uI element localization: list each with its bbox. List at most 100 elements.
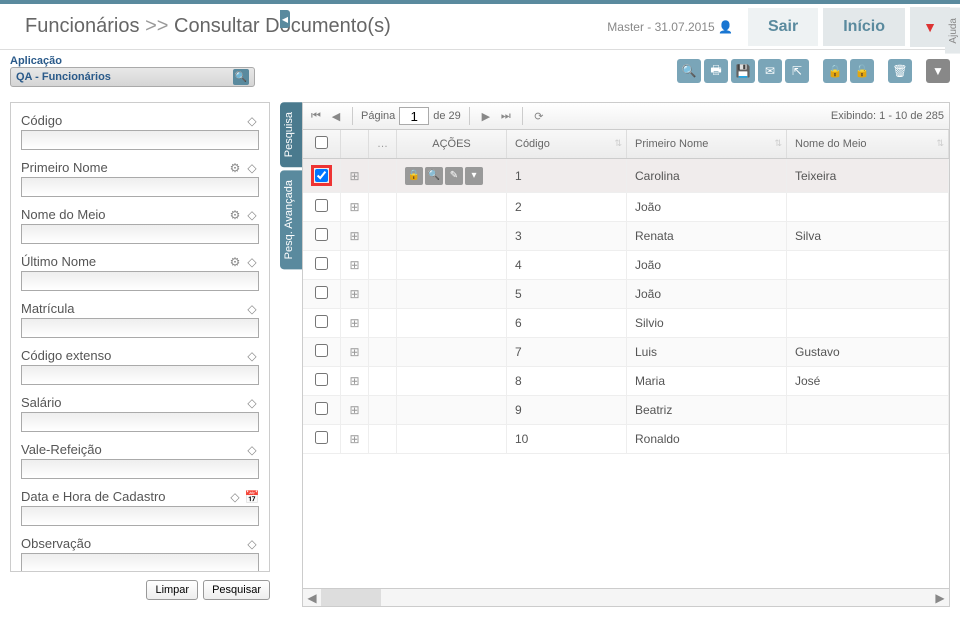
horizontal-scrollbar[interactable]: ◀ ▶: [302, 589, 950, 607]
row-checkbox[interactable]: [315, 257, 328, 270]
diamond-icon[interactable]: ◇: [245, 208, 259, 222]
scroll-thumb[interactable]: [321, 589, 381, 606]
expand-row-button[interactable]: ⊞: [341, 338, 369, 367]
diamond-icon[interactable]: ◇: [245, 161, 259, 175]
table-row[interactable]: ⊞5João: [303, 280, 949, 309]
row-checkbox[interactable]: [315, 344, 328, 357]
scroll-left-button[interactable]: ◀: [303, 589, 321, 606]
cell-primeiro-nome: Renata: [627, 222, 787, 251]
row-checkbox[interactable]: [315, 286, 328, 299]
lock-button[interactable]: 🔒: [823, 59, 847, 83]
expand-row-button[interactable]: ⊞: [341, 280, 369, 309]
first-page-button[interactable]: ⏮: [308, 108, 324, 124]
more-dropdown-button[interactable]: ▼: [926, 59, 950, 83]
tab-pesquisa[interactable]: Pesquisa: [280, 102, 302, 167]
diamond-icon[interactable]: ◇: [245, 443, 259, 457]
next-page-button[interactable]: ▶: [478, 108, 494, 124]
field-input[interactable]: [21, 224, 259, 244]
field-label: Nome do Meio: [21, 207, 106, 222]
expand-row-button[interactable]: ⊞: [341, 251, 369, 280]
field-input[interactable]: [21, 553, 259, 572]
table-row[interactable]: ⊞3RenataSilva: [303, 222, 949, 251]
search-button[interactable]: 🔍: [677, 59, 701, 83]
gear-icon[interactable]: ⚙: [228, 161, 242, 175]
field-label: Primeiro Nome: [21, 160, 108, 175]
scroll-right-button[interactable]: ▶: [931, 589, 949, 606]
lock-icon[interactable]: 🔒: [405, 167, 423, 185]
expand-row-button[interactable]: ⊞: [341, 396, 369, 425]
delete-button[interactable]: 🗑: [888, 59, 912, 83]
refresh-button[interactable]: ⟳: [531, 108, 547, 124]
field-input[interactable]: [21, 130, 259, 150]
row-checkbox[interactable]: [315, 228, 328, 241]
table-row[interactable]: ⊞10Ronaldo: [303, 425, 949, 454]
expand-row-button[interactable]: ⊞: [341, 309, 369, 338]
unlock-button[interactable]: 🔓: [850, 59, 874, 83]
field-input[interactable]: [21, 271, 259, 291]
page-input[interactable]: [399, 107, 429, 125]
calendar-icon[interactable]: 📅: [245, 490, 259, 504]
title-separator: >>: [145, 15, 168, 37]
clear-button[interactable]: Limpar: [146, 580, 198, 600]
table-row[interactable]: ⊞🔒🔍✎▾1CarolinaTeixeira: [303, 159, 949, 193]
header: Funcionários >> Consultar Documento(s) M…: [0, 0, 960, 50]
table-row[interactable]: ⊞8MariaJosé: [303, 367, 949, 396]
home-button[interactable]: Início: [823, 8, 905, 46]
col-primeiro-nome[interactable]: Primeiro Nome: [627, 130, 787, 159]
row-checkbox[interactable]: [315, 431, 328, 444]
select-all-checkbox[interactable]: [315, 136, 328, 149]
expand-row-button[interactable]: ⊞: [341, 193, 369, 222]
field-input[interactable]: [21, 177, 259, 197]
expand-row-button[interactable]: ⊞: [341, 367, 369, 396]
expand-row-button[interactable]: ⊞: [341, 425, 369, 454]
table-row[interactable]: ⊞7LuisGustavo: [303, 338, 949, 367]
table-row[interactable]: ⊞2João: [303, 193, 949, 222]
prev-page-button[interactable]: ◀: [328, 108, 344, 124]
print-button[interactable]: 🖶: [704, 59, 728, 83]
diamond-icon[interactable]: ◇: [228, 490, 242, 504]
field-input[interactable]: [21, 412, 259, 432]
logout-button[interactable]: Sair: [748, 8, 818, 46]
email-button[interactable]: ✉: [758, 59, 782, 83]
diamond-icon[interactable]: ◇: [245, 255, 259, 269]
row-checkbox[interactable]: [315, 199, 328, 212]
field-input[interactable]: [21, 459, 259, 479]
row-checkbox[interactable]: [315, 373, 328, 386]
diamond-icon[interactable]: ◇: [245, 302, 259, 316]
diamond-icon[interactable]: ◇: [245, 396, 259, 410]
expand-row-button[interactable]: ⊞: [341, 159, 369, 193]
last-page-button[interactable]: ⏭: [498, 108, 514, 124]
field-input[interactable]: [21, 506, 259, 526]
search-button[interactable]: Pesquisar: [203, 580, 270, 600]
table-row[interactable]: ⊞6Silvio: [303, 309, 949, 338]
gear-icon[interactable]: ⚙: [228, 255, 242, 269]
edit-icon[interactable]: ✎: [445, 167, 463, 185]
field-input[interactable]: [21, 365, 259, 385]
field-input[interactable]: [21, 318, 259, 338]
help-tab[interactable]: Ajuda: [945, 8, 960, 54]
checkbox-highlight: [311, 165, 332, 186]
diamond-icon[interactable]: ◇: [245, 537, 259, 551]
app-select[interactable]: QA - Funcionários 🔍: [10, 67, 255, 87]
view-icon[interactable]: 🔍: [425, 167, 443, 185]
col-codigo[interactable]: Código: [507, 130, 627, 159]
col-nome-meio[interactable]: Nome do Meio: [787, 130, 949, 159]
diamond-icon[interactable]: ◇: [245, 349, 259, 363]
scroll-track[interactable]: [321, 589, 931, 606]
save-button[interactable]: 💾: [731, 59, 755, 83]
table-row[interactable]: ⊞9Beatriz: [303, 396, 949, 425]
gear-icon[interactable]: ⚙: [228, 208, 242, 222]
row-checkbox[interactable]: [315, 169, 328, 182]
search-sidebar: Código◇Primeiro Nome⚙◇Nome do Meio⚙◇Últi…: [0, 92, 280, 617]
sidebar-collapse-handle[interactable]: ◀: [280, 10, 290, 28]
diamond-icon[interactable]: ◇: [245, 114, 259, 128]
table-row[interactable]: ⊞4João: [303, 251, 949, 280]
search-field-0: Código◇: [21, 113, 259, 150]
menu-dropdown-button[interactable]: ▼: [910, 7, 950, 47]
export-button[interactable]: ⇱: [785, 59, 809, 83]
dropdown-icon[interactable]: ▾: [465, 167, 483, 185]
row-checkbox[interactable]: [315, 402, 328, 415]
tab-pesquisa-avancada[interactable]: Pesq. Avançada: [280, 170, 302, 269]
expand-row-button[interactable]: ⊞: [341, 222, 369, 251]
row-checkbox[interactable]: [315, 315, 328, 328]
